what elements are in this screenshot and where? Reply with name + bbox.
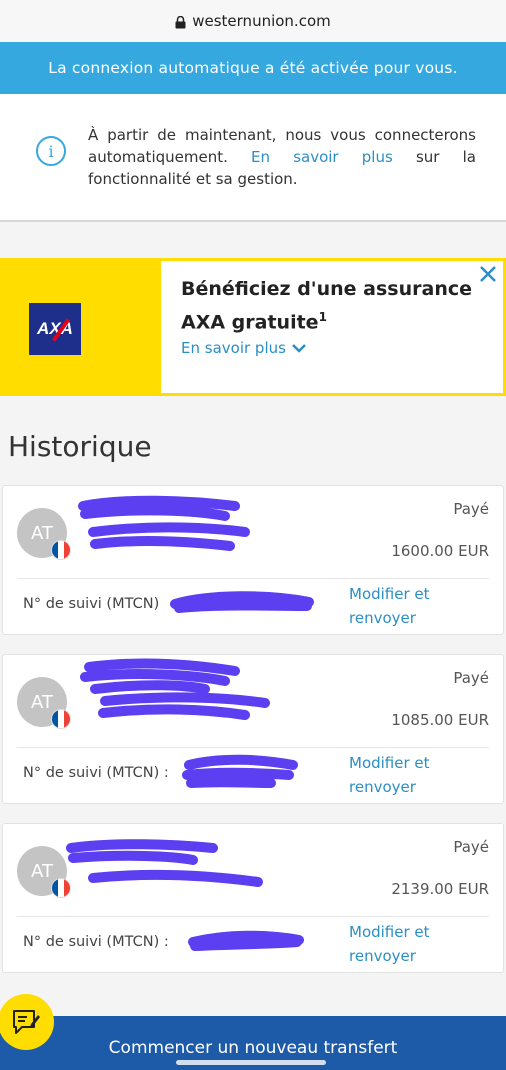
modify-resend-link[interactable]: Modifier et renvoyer: [349, 920, 449, 968]
close-icon[interactable]: [477, 263, 499, 285]
promo-title-line1: Bénéficiez d'une assurance: [181, 278, 473, 300]
banner-text: La connexion automatique a été activée p…: [48, 59, 458, 77]
info-icon: i: [36, 136, 66, 166]
amount: 1085.00 EUR: [391, 711, 489, 729]
transaction-card[interactable]: AT Payé 1085.00 EUR N° de suivi (MTCN) :…: [2, 654, 504, 804]
promo-title-line2: AXA gratuite: [181, 311, 319, 334]
home-indicator: [176, 1060, 326, 1065]
chat-icon: [13, 1010, 40, 1034]
avatar-initials: AT: [31, 691, 53, 713]
promo-logo-panel: AXA: [3, 261, 161, 393]
redacted-name: [66, 839, 263, 887]
history-title: Historique: [8, 430, 152, 463]
info-box: i À partir de maintenant, nous vous conn…: [0, 94, 506, 222]
promo-link-label: En savoir plus: [181, 339, 286, 357]
info-learn-more-link[interactable]: En savoir plus: [251, 148, 393, 166]
modify-resend-link[interactable]: Modifier et renvoyer: [349, 582, 449, 630]
new-transfer-label: Commencer un nouveau transfert: [108, 1038, 398, 1058]
tracking-label: N° de suivi (MTCN) :: [23, 934, 169, 950]
avatar-initials: AT: [31, 522, 53, 544]
auto-login-banner: La connexion automatique a été activée p…: [0, 42, 506, 94]
browser-url: westernunion.com: [192, 12, 331, 30]
tracking-label: N° de suivi (MTCN) :: [23, 765, 169, 781]
transaction-card[interactable]: AT Payé 2139.00 EUR N° de suivi (MTCN) :…: [2, 823, 504, 973]
avatar-initials: AT: [31, 860, 53, 882]
tracking-label: N° de suivi (MTCN): [23, 596, 160, 612]
status-badge: Payé: [453, 669, 489, 687]
amount: 2139.00 EUR: [391, 880, 489, 898]
lock-icon: [175, 15, 186, 28]
info-text: À partir de maintenant, nous vous connec…: [88, 124, 476, 190]
transaction-card[interactable]: AT Payé 1600.00 EUR N° de suivi (MTCN) M…: [2, 485, 504, 635]
redacted-name: [78, 495, 250, 551]
promo-title: Bénéficiez d'une assurance AXA gratuite1: [181, 275, 491, 336]
chevron-down-icon: [292, 344, 306, 353]
redacted-name: [80, 658, 270, 720]
status-badge: Payé: [453, 838, 489, 856]
status-badge: Payé: [453, 500, 489, 518]
axa-promo-card: AXA Bénéficiez d'une assurance AXA gratu…: [0, 258, 506, 396]
promo-footnote: 1: [318, 310, 327, 324]
promo-learn-more-link[interactable]: En savoir plus: [181, 339, 308, 357]
axa-logo: AXA: [29, 303, 81, 355]
redacted-tracking: [170, 591, 314, 613]
browser-url-bar[interactable]: westernunion.com: [0, 0, 506, 42]
amount: 1600.00 EUR: [391, 542, 489, 560]
chat-button[interactable]: [0, 994, 54, 1050]
modify-resend-link[interactable]: Modifier et renvoyer: [349, 751, 449, 799]
redacted-tracking: [188, 930, 304, 951]
redacted-tracking: [182, 754, 298, 788]
